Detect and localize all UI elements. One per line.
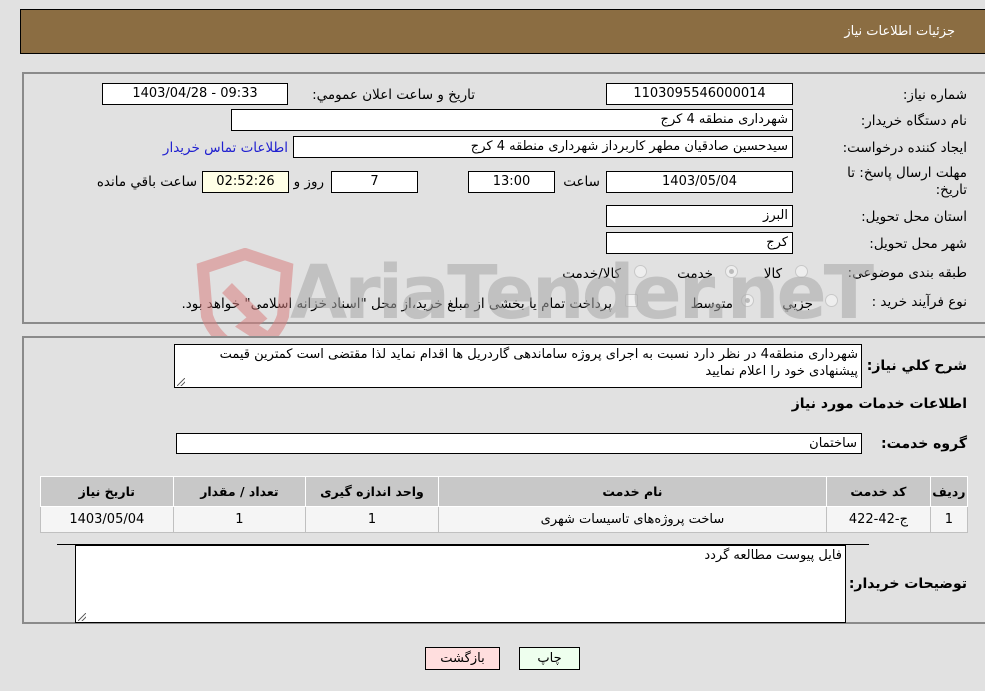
cell-quantity: 1 xyxy=(172,506,307,533)
category-radio-goods[interactable] xyxy=(795,265,808,278)
city-field[interactable]: کرج xyxy=(606,232,793,254)
table-row: 1 ج-42-422 ساخت پروژه‌های تاسیسات شهری 1… xyxy=(40,506,969,533)
deadline-label: مهلت ارسال پاسخ: تا تاریخ: xyxy=(847,165,967,198)
need-number-label: شماره نیاز: xyxy=(902,87,967,103)
city-label: شهر محل تحویل: xyxy=(869,236,967,252)
cell-row-number: 1 xyxy=(929,506,969,533)
process-radio-minor[interactable] xyxy=(825,294,838,307)
process-radio-medium[interactable] xyxy=(741,294,754,307)
creator-field[interactable]: سیدحسین صادقیان مطهر کاربرداز شهرداری من… xyxy=(293,136,793,158)
time-remaining-field: 02:52:26 xyxy=(202,171,289,193)
col-need-date: تاریخ نیاز xyxy=(40,476,174,507)
resize-handle-icon[interactable] xyxy=(177,378,185,386)
col-unit: واحد اندازه گیری xyxy=(305,476,439,507)
col-service-code: کد خدمت xyxy=(826,476,931,507)
service-group-label: گروه خدمت: xyxy=(881,436,967,452)
page-header: جزئیات اطلاعات نیاز xyxy=(20,9,985,54)
deadline-time-field[interactable]: 13:00 xyxy=(468,171,555,193)
announce-datetime-value: 1403/04/28 - 09:33 xyxy=(132,86,258,101)
services-section-title: اطلاعات خدمات مورد نیاز xyxy=(791,396,967,412)
print-button[interactable]: چاپ xyxy=(519,647,580,670)
treasury-checkbox[interactable] xyxy=(625,294,638,307)
days-label: روز و xyxy=(293,174,324,190)
service-group-field[interactable]: ساختمان xyxy=(176,433,862,454)
need-number-field[interactable]: 1103095546000014 xyxy=(606,83,793,105)
days-remaining-field[interactable]: 7 xyxy=(331,171,418,193)
buyer-contact-link[interactable]: اطلاعات تماس خریدار xyxy=(163,140,288,156)
purchase-process-label: نوع فرآیند خرید : xyxy=(871,294,967,310)
category-option-goods: کالا xyxy=(763,266,782,282)
deadline-time-label: ساعت xyxy=(563,174,600,190)
description-textarea[interactable]: شهرداری منطقه4 در نظر دارد نسبت به اجرای… xyxy=(174,344,862,388)
col-quantity: تعداد / مقدار xyxy=(172,476,307,507)
table-header-row: ردیف کد خدمت نام خدمت واحد اندازه گیری ت… xyxy=(40,476,969,507)
creator-label: ایجاد کننده درخواست: xyxy=(842,140,967,156)
description-label: شرح کلي نیاز: xyxy=(866,358,967,374)
time-remaining-label: ساعت باقي مانده xyxy=(96,174,197,190)
process-option-minor: جزيي xyxy=(782,296,813,312)
province-label: استان محل تحویل: xyxy=(861,209,967,225)
announce-datetime-label: تاریخ و ساعت اعلان عمومي: xyxy=(312,87,475,103)
description-text: شهرداری منطقه4 در نظر دارد نسبت به اجرای… xyxy=(219,347,858,379)
process-option-medium: متوسط xyxy=(690,296,733,312)
col-service-name: نام خدمت xyxy=(437,476,828,507)
category-option-service: خدمت xyxy=(677,266,713,282)
back-button[interactable]: بازگشت xyxy=(425,647,500,670)
page-title: جزئیات اطلاعات نیاز xyxy=(844,24,955,39)
cell-service-code: ج-42-422 xyxy=(826,506,931,533)
buyer-org-label: نام دستگاه خریدار: xyxy=(860,113,967,129)
category-label: طبقه بندی موضوعی: xyxy=(847,265,967,281)
category-radio-goods-service[interactable] xyxy=(634,265,647,278)
treasury-note: پرداخت تمام یا بخشی از مبلغ خرید،از محل … xyxy=(181,296,612,312)
buyer-notes-text: فایل پیوست مطالعه گردد xyxy=(704,548,842,563)
province-field[interactable]: البرز xyxy=(606,205,793,227)
deadline-date-field[interactable]: 1403/05/04 xyxy=(606,171,793,193)
announce-datetime-field[interactable]: 1403/04/28 - 09:33 xyxy=(102,83,288,105)
buyer-org-field[interactable]: شهرداری منطقه 4 کرج xyxy=(231,109,793,131)
category-option-goods-service: کالا/خدمت xyxy=(562,266,621,282)
buyer-notes-textarea[interactable]: فایل پیوست مطالعه گردد xyxy=(75,545,846,623)
buyer-notes-label: توضیحات خریدار: xyxy=(848,576,967,592)
col-row-number: ردیف xyxy=(929,476,969,507)
category-radio-service[interactable] xyxy=(725,265,738,278)
cell-unit: 1 xyxy=(305,506,439,533)
services-table: ردیف کد خدمت نام خدمت واحد اندازه گیری ت… xyxy=(40,476,969,533)
cell-need-date: 1403/05/04 xyxy=(40,506,174,533)
cell-service-name: ساخت پروژه‌های تاسیسات شهری xyxy=(437,506,828,533)
resize-handle-icon[interactable] xyxy=(78,613,86,621)
